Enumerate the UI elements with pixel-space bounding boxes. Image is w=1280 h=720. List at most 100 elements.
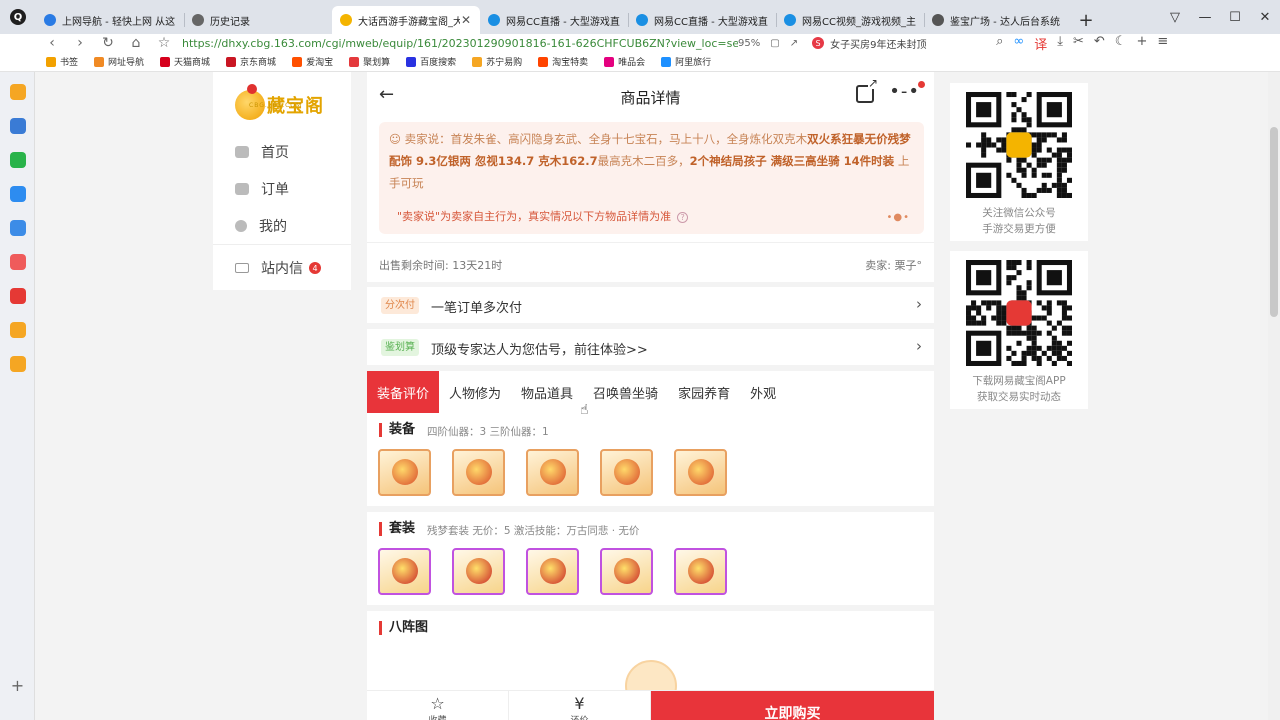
minimize-button[interactable]: —: [1190, 0, 1220, 34]
bookmark-item[interactable]: 唯品会: [604, 55, 645, 68]
wechat-qr-card: 关注微信公众号 手游交易更方便: [950, 83, 1088, 241]
suit-item[interactable]: [600, 548, 653, 595]
detail-tab[interactable]: 装备评价: [367, 371, 440, 413]
yuan-icon: ¥: [574, 694, 585, 713]
equipment-item[interactable]: [452, 449, 505, 496]
browser-tab[interactable]: 上网导航 - 轻快上网 从这: [36, 6, 184, 34]
suit-summary: 残梦套装 无价：5 激活技能：万古同悲 · 无价: [427, 525, 640, 537]
detail-tab[interactable]: 召唤兽坐骑: [583, 371, 668, 413]
back-icon[interactable]: ‹: [38, 34, 66, 52]
bookmark-item[interactable]: 网址导航: [94, 55, 144, 68]
undo-icon[interactable]: ↶: [1094, 34, 1105, 53]
nav-item-orders[interactable]: 订单: [235, 179, 289, 199]
search-box[interactable]: S 女子买房9年还未封顶: [812, 36, 982, 51]
seller-says-disclaimer: "卖家说"为卖家自主行为，真实情况以下方物品详情为准?: [397, 208, 689, 224]
menu-icon[interactable]: ≡: [1157, 34, 1168, 53]
app-icon[interactable]: [10, 186, 26, 202]
buy-now-button[interactable]: 立即购买: [651, 691, 934, 720]
equipment-item[interactable]: [378, 449, 431, 496]
suit-item[interactable]: [452, 548, 505, 595]
bookmark-item[interactable]: 苏宁易购: [472, 55, 522, 68]
equipment-item[interactable]: [600, 449, 653, 496]
star-icon[interactable]: ☆: [150, 34, 178, 52]
home-icon[interactable]: ⌂: [122, 34, 150, 52]
favorite-button[interactable]: ☆ 收藏: [367, 691, 509, 720]
bookmark-icon: [661, 56, 672, 67]
suit-item[interactable]: [378, 548, 431, 595]
bookmark-item[interactable]: 爱淘宝: [292, 55, 333, 68]
nav-divider: [213, 244, 351, 245]
wechat-icon[interactable]: [10, 152, 26, 168]
screenshot-icon[interactable]: ▢: [770, 38, 779, 49]
app-qr-code: [966, 260, 1072, 366]
chat-icon[interactable]: [10, 118, 26, 134]
skin-icon[interactable]: ▽: [1160, 0, 1190, 34]
bookmark-item[interactable]: 天猫商城: [160, 55, 210, 68]
search-icon[interactable]: ⌕: [996, 34, 1003, 53]
zoom-level[interactable]: 95%: [738, 38, 760, 49]
close-window-button[interactable]: ✕: [1250, 0, 1280, 34]
cloud-icon[interactable]: [10, 220, 26, 236]
close-tab-icon[interactable]: ✕: [460, 13, 472, 27]
new-tab-button[interactable]: +: [1072, 6, 1100, 34]
page-scrollbar[interactable]: [1268, 72, 1280, 720]
bookmark-item[interactable]: 书签: [46, 55, 78, 68]
pager-dots[interactable]: •●•: [886, 212, 910, 223]
bookmark-item[interactable]: 百度搜索: [406, 55, 456, 68]
nav-item-messages[interactable]: 站内信 4: [235, 258, 321, 278]
logo-subtitle: CBG.163.COM: [249, 102, 303, 109]
folder-icon[interactable]: [10, 356, 26, 372]
favorites-icon[interactable]: [10, 84, 26, 100]
browser-tab[interactable]: 网易CC直播 - 大型游戏直: [628, 6, 776, 34]
nav-item-mine[interactable]: 我的: [235, 216, 287, 236]
bookmark-icon: [604, 56, 615, 67]
add-icon[interactable]: +: [1136, 34, 1147, 53]
browser-sidebar: +: [0, 72, 35, 720]
bookmark-item[interactable]: 阿里旅行: [661, 55, 711, 68]
reader-icon[interactable]: ↗: [790, 38, 798, 49]
tab-favicon-icon: [488, 14, 500, 26]
translate-icon[interactable]: 译: [1034, 34, 1047, 53]
download-icon[interactable]: ⤓: [1057, 34, 1063, 53]
search-input[interactable]: 女子买房9年还未封顶: [830, 36, 926, 51]
chevron-right-icon: ›: [916, 295, 922, 313]
share-icon[interactable]: [856, 77, 878, 103]
promo-appraisal[interactable]: 鉴划算 顶级专家达人为您估号，前往体验>> ›: [367, 329, 934, 365]
bookmark-item[interactable]: 淘宝特卖: [538, 55, 588, 68]
browser-tab[interactable]: 网易CC直播 - 大型游戏直: [480, 6, 628, 34]
help-icon[interactable]: ?: [677, 212, 689, 223]
pdf-icon[interactable]: [10, 288, 26, 304]
detail-tab[interactable]: 家园养育: [668, 371, 740, 413]
equipment-item[interactable]: [526, 449, 579, 496]
url-input[interactable]: https://dhxy.cbg.163.com/cgi/mweb/equip/…: [178, 37, 738, 50]
browser-tab[interactable]: 网易CC视频_游戏视频_主: [776, 6, 924, 34]
tab-favicon-icon: [932, 14, 944, 26]
promo-installment[interactable]: 分次付 一笔订单多次付 ›: [367, 287, 934, 323]
detail-tab[interactable]: 人物修为: [439, 371, 511, 413]
browser-tab[interactable]: 历史记录: [184, 6, 332, 34]
detail-tab[interactable]: 物品道具: [511, 371, 583, 413]
nav-item-home[interactable]: 首页: [235, 142, 289, 162]
browser-tab[interactable]: 大话西游手游藏宝阁_大 ✕: [332, 6, 480, 34]
night-mode-icon[interactable]: ☾: [1115, 34, 1127, 53]
suit-item[interactable]: [674, 548, 727, 595]
suit-item[interactable]: [526, 548, 579, 595]
bookmark-item[interactable]: 京东商城: [226, 55, 276, 68]
browser-tab[interactable]: 鉴宝广场 - 达人后台系统: [924, 6, 1072, 34]
add-sidebar-icon[interactable]: +: [0, 676, 35, 695]
browser-logo-icon[interactable]: Q: [0, 0, 36, 34]
tools-icon[interactable]: ✂: [1073, 34, 1084, 53]
extension-icon[interactable]: ∞: [1013, 34, 1024, 53]
game-icon[interactable]: [10, 254, 26, 270]
detail-tab[interactable]: 外观: [740, 371, 786, 413]
seller-name[interactable]: 卖家: 栗子°: [865, 257, 922, 273]
maximize-button[interactable]: ☐: [1220, 0, 1250, 34]
refresh-icon[interactable]: ↻: [94, 34, 122, 52]
bookmark-item[interactable]: 聚划算: [349, 55, 390, 68]
forward-icon[interactable]: ›: [66, 34, 94, 52]
bargain-button[interactable]: ¥ 还价: [509, 691, 651, 720]
search-tool-icon[interactable]: [10, 322, 26, 338]
equipment-item[interactable]: [674, 449, 727, 496]
more-icon[interactable]: •‑•: [889, 81, 920, 102]
formation-title: 八阵图: [379, 621, 428, 635]
